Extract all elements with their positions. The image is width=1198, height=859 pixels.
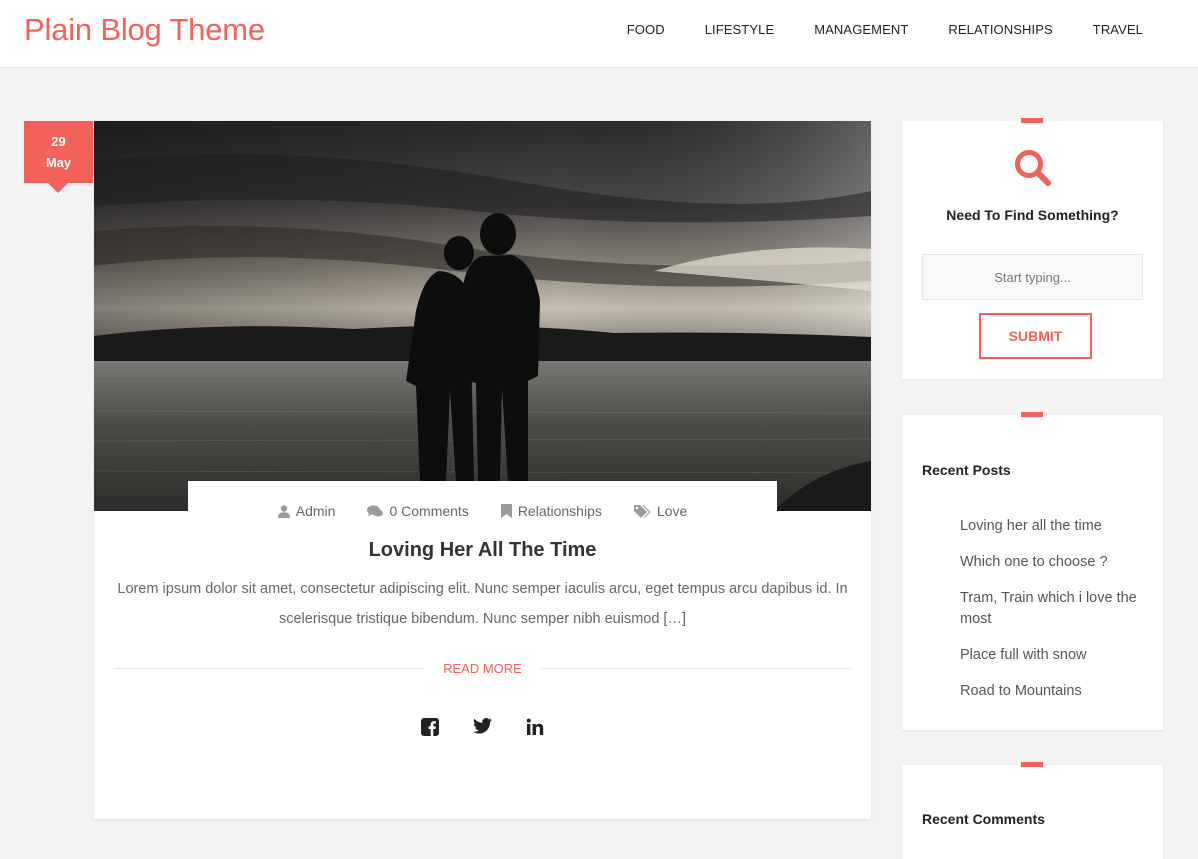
widget-accent-bar	[1021, 412, 1043, 417]
recent-post-item[interactable]: Loving her all the time	[960, 516, 1145, 537]
nav-item-lifestyle[interactable]: LIFESTYLE	[705, 22, 775, 37]
recent-posts-list: Loving her all the time Which one to cho…	[960, 516, 1145, 717]
site-title-link[interactable]: Plain Blog Theme	[24, 12, 265, 48]
post-featured-image[interactable]	[94, 121, 871, 511]
recent-posts-widget: Recent Posts Loving her all the time Whi…	[902, 412, 1163, 730]
read-more-link[interactable]: READ MORE	[114, 659, 851, 679]
tags-icon	[633, 504, 651, 518]
widget-accent-bar	[1021, 118, 1043, 123]
recent-post-item[interactable]: Place full with snow	[960, 645, 1145, 666]
nav-item-relationships[interactable]: RELATIONSHIPS	[948, 22, 1052, 37]
recent-posts-title: Recent Posts	[922, 462, 1011, 478]
meta-category[interactable]: Relationships	[500, 503, 602, 519]
search-icon	[902, 149, 1163, 187]
recent-post-item[interactable]: Tram, Train which i love the most	[960, 588, 1145, 630]
submit-button[interactable]: SUBMIT	[979, 313, 1092, 359]
recent-post-item[interactable]: Which one to choose ?	[960, 552, 1145, 573]
divider-right	[541, 668, 851, 669]
recent-comments-widget: Recent Comments	[902, 762, 1163, 859]
post-excerpt: Lorem ipsum dolor sit amet, consectetur …	[117, 581, 848, 627]
couple-sunset-image	[94, 121, 871, 511]
meta-comments[interactable]: 0 Comments	[367, 503, 469, 519]
bookmark-icon	[500, 504, 512, 518]
main-nav: FOOD LIFESTYLE MANAGEMENT RELATIONSHIPS …	[587, 22, 1143, 37]
linkedin-icon[interactable]	[526, 718, 544, 736]
meta-tag[interactable]: Love	[633, 503, 688, 519]
post-meta-bar: Admin 0 Comments Relationships Love	[188, 481, 777, 527]
search-widget: Need To Find Something? SUBMIT	[902, 118, 1163, 379]
twitter-icon[interactable]	[473, 718, 492, 736]
post-date-month: May	[45, 155, 72, 170]
meta-category-label: Relationships	[517, 503, 602, 519]
meta-comments-label: 0 Comments	[389, 503, 469, 519]
nav-item-food[interactable]: FOOD	[627, 22, 665, 37]
nav-item-travel[interactable]: TRAVEL	[1093, 22, 1143, 37]
meta-author[interactable]: Admin	[277, 503, 336, 519]
search-input[interactable]	[922, 254, 1143, 300]
nav-item-management[interactable]: MANAGEMENT	[814, 22, 908, 37]
post-date-day: 29	[51, 134, 66, 149]
post-title[interactable]: Loving Her All The Time	[94, 539, 871, 562]
meta-author-label: Admin	[295, 503, 336, 519]
read-more-row: READ MORE	[114, 659, 851, 679]
recent-comments-title: Recent Comments	[922, 811, 1045, 827]
site-header: Plain Blog Theme FOOD LIFESTYLE MANAGEME…	[0, 0, 1198, 68]
recent-post-item[interactable]: Road to Mountains	[960, 681, 1145, 702]
meta-tag-label: Love	[656, 503, 688, 519]
post-card: Loving Her All The Time Lorem ipsum dolo…	[94, 121, 871, 819]
widget-accent-bar	[1021, 762, 1043, 767]
social-share-bar	[94, 718, 871, 736]
facebook-icon[interactable]	[421, 718, 439, 736]
search-heading: Need To Find Something?	[946, 207, 1119, 223]
user-icon	[277, 504, 290, 518]
post-date-badge: 29 May	[24, 121, 93, 193]
comments-icon	[367, 504, 384, 517]
